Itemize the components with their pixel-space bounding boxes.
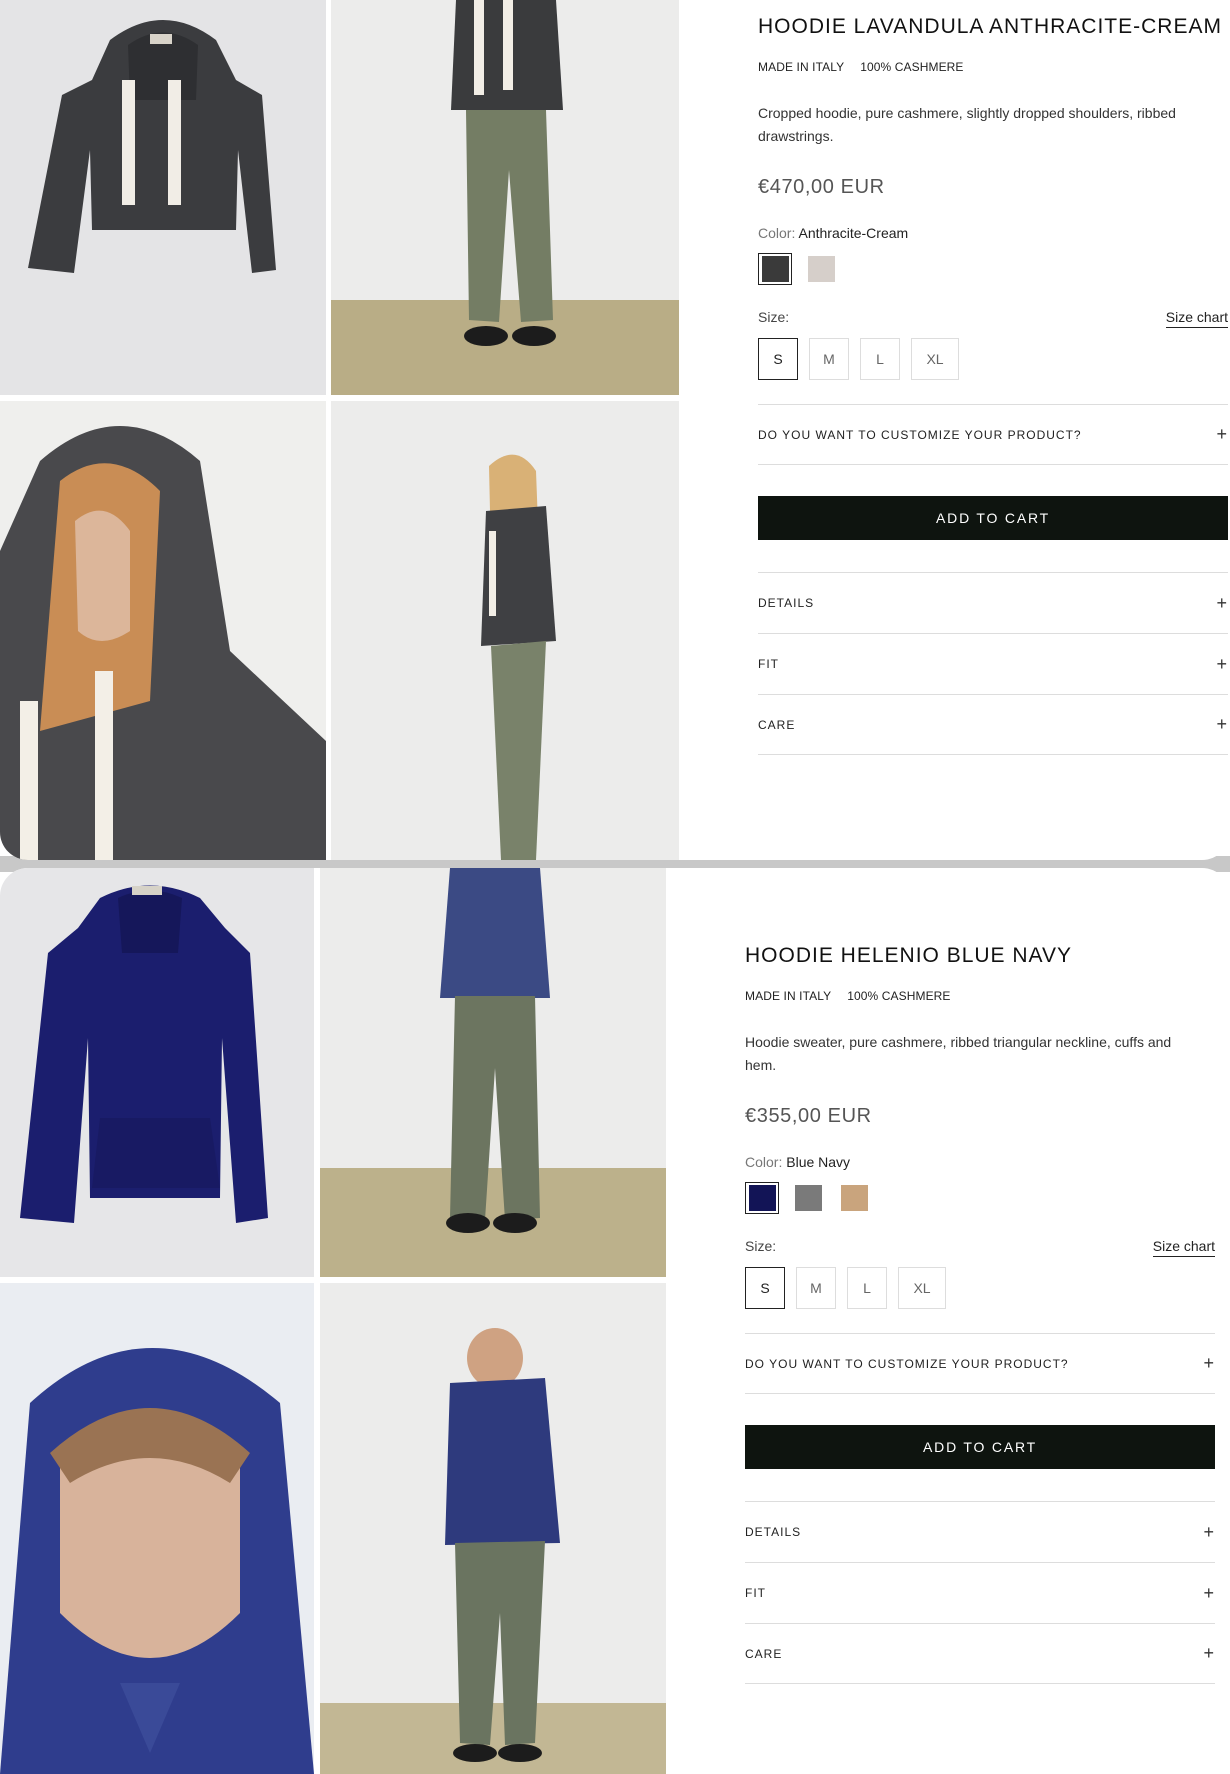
customize-label: DO YOU WANT TO CUSTOMIZE YOUR PRODUCT?: [745, 1356, 1069, 1371]
customize-accordion[interactable]: DO YOU WANT TO CUSTOMIZE YOUR PRODUCT? +: [745, 1333, 1215, 1394]
product-photo-hood-closeup[interactable]: [0, 401, 326, 860]
tag-made-in: MADE IN ITALY: [745, 989, 832, 1003]
product-price: €355,00 EUR: [745, 1105, 872, 1127]
product-tags: MADE IN ITALY 100% CASHMERE: [758, 60, 1228, 74]
add-to-cart-button[interactable]: ADD TO CART: [745, 1425, 1215, 1469]
color-label: Color:: [758, 225, 796, 241]
tag-made-in: MADE IN ITALY: [758, 60, 845, 74]
size-option-m[interactable]: M: [796, 1267, 836, 1309]
swatch-anthracite-cream[interactable]: [758, 253, 792, 285]
color-value: Blue Navy: [786, 1154, 851, 1170]
accordion-details-label: DETAILS: [745, 1525, 802, 1539]
product-price: €470,00 EUR: [758, 176, 885, 198]
product-card-lavandula: HOODIE LAVANDULA ANTHRACITE-CREAM MADE I…: [0, 0, 1230, 860]
accordion-care[interactable]: CARE +: [758, 694, 1228, 755]
product-info-panel: HOODIE LAVANDULA ANTHRACITE-CREAM MADE I…: [758, 15, 1228, 755]
accordion-care-label: CARE: [745, 1646, 783, 1661]
accordion-fit-label: FIT: [758, 657, 779, 671]
plus-icon: +: [1203, 1521, 1215, 1542]
size-chart-link[interactable]: Size chart: [1165, 309, 1228, 328]
size-option-s[interactable]: S: [758, 338, 798, 380]
swatch-blue-navy[interactable]: [745, 1182, 779, 1214]
size-label: Size:: [758, 309, 790, 325]
swatch-camel[interactable]: [837, 1182, 871, 1214]
plus-icon: +: [1216, 592, 1228, 613]
customize-label: DO YOU WANT TO CUSTOMIZE YOUR PRODUCT?: [758, 427, 1082, 442]
product-card-helenio: HOODIE HELENIO BLUE NAVY MADE IN ITALY 1…: [0, 868, 1230, 1774]
color-swatches: [758, 253, 1228, 285]
accordion-details-label: DETAILS: [758, 596, 815, 610]
product-photo-flat-hoodie[interactable]: [0, 868, 314, 1277]
size-option-l[interactable]: L: [847, 1267, 887, 1309]
product-info-panel: HOODIE HELENIO BLUE NAVY MADE IN ITALY 1…: [745, 944, 1215, 1684]
accordion-fit[interactable]: FIT +: [745, 1562, 1215, 1623]
size-label: Size:: [745, 1238, 777, 1254]
color-label: Color:: [745, 1154, 783, 1170]
size-options: S M L XL: [745, 1267, 1215, 1309]
accordion-details[interactable]: DETAILS +: [758, 572, 1228, 633]
size-option-s[interactable]: S: [745, 1267, 785, 1309]
plus-icon: +: [1216, 424, 1228, 444]
product-title: HOODIE HELENIO BLUE NAVY: [745, 944, 1073, 967]
size-option-xl[interactable]: XL: [911, 338, 959, 380]
accordion-care-label: CARE: [758, 717, 796, 732]
color-value: Anthracite-Cream: [798, 225, 909, 241]
product-photo-model-pose[interactable]: [320, 1283, 666, 1774]
swatch-cream[interactable]: [804, 253, 838, 285]
accordion-care[interactable]: CARE +: [745, 1623, 1215, 1684]
plus-icon: +: [1216, 653, 1228, 674]
accordion-fit[interactable]: FIT +: [758, 633, 1228, 694]
size-options: S M L XL: [758, 338, 1228, 380]
size-option-m[interactable]: M: [809, 338, 849, 380]
accordion-details[interactable]: DETAILS +: [745, 1501, 1215, 1562]
product-title: HOODIE LAVANDULA ANTHRACITE-CREAM: [758, 15, 1222, 38]
product-description: Hoodie sweater, pure cashmere, ribbed tr…: [745, 1034, 1172, 1073]
product-photo-model-front[interactable]: [320, 868, 666, 1277]
product-description: Cropped hoodie, pure cashmere, slightly …: [758, 105, 1176, 144]
swatch-grey[interactable]: [791, 1182, 825, 1214]
product-photo-model-front[interactable]: [331, 0, 679, 395]
size-chart-link[interactable]: Size chart: [1152, 1238, 1215, 1257]
plus-icon: +: [1203, 1643, 1215, 1663]
product-photo-hood-closeup[interactable]: [0, 1283, 314, 1774]
accordion-fit-label: FIT: [745, 1586, 766, 1600]
tag-material: 100% CASHMERE: [847, 989, 951, 1003]
size-option-xl[interactable]: XL: [898, 1267, 946, 1309]
add-to-cart-button[interactable]: ADD TO CART: [758, 496, 1228, 540]
product-photo-flat-hoodie[interactable]: [0, 0, 326, 395]
color-label-row: Color: Blue Navy: [745, 1154, 1215, 1170]
size-header: Size: Size chart: [745, 1238, 1215, 1257]
plus-icon: +: [1203, 1582, 1215, 1603]
size-option-l[interactable]: L: [860, 338, 900, 380]
color-swatches: [745, 1182, 1215, 1214]
tag-material: 100% CASHMERE: [860, 60, 964, 74]
plus-icon: +: [1216, 714, 1228, 734]
product-photo-model-side[interactable]: [331, 401, 679, 860]
size-header: Size: Size chart: [758, 309, 1228, 328]
color-label-row: Color: Anthracite-Cream: [758, 225, 1228, 241]
customize-accordion[interactable]: DO YOU WANT TO CUSTOMIZE YOUR PRODUCT? +: [758, 404, 1228, 465]
product-tags: MADE IN ITALY 100% CASHMERE: [745, 989, 1215, 1003]
plus-icon: +: [1203, 1353, 1215, 1373]
